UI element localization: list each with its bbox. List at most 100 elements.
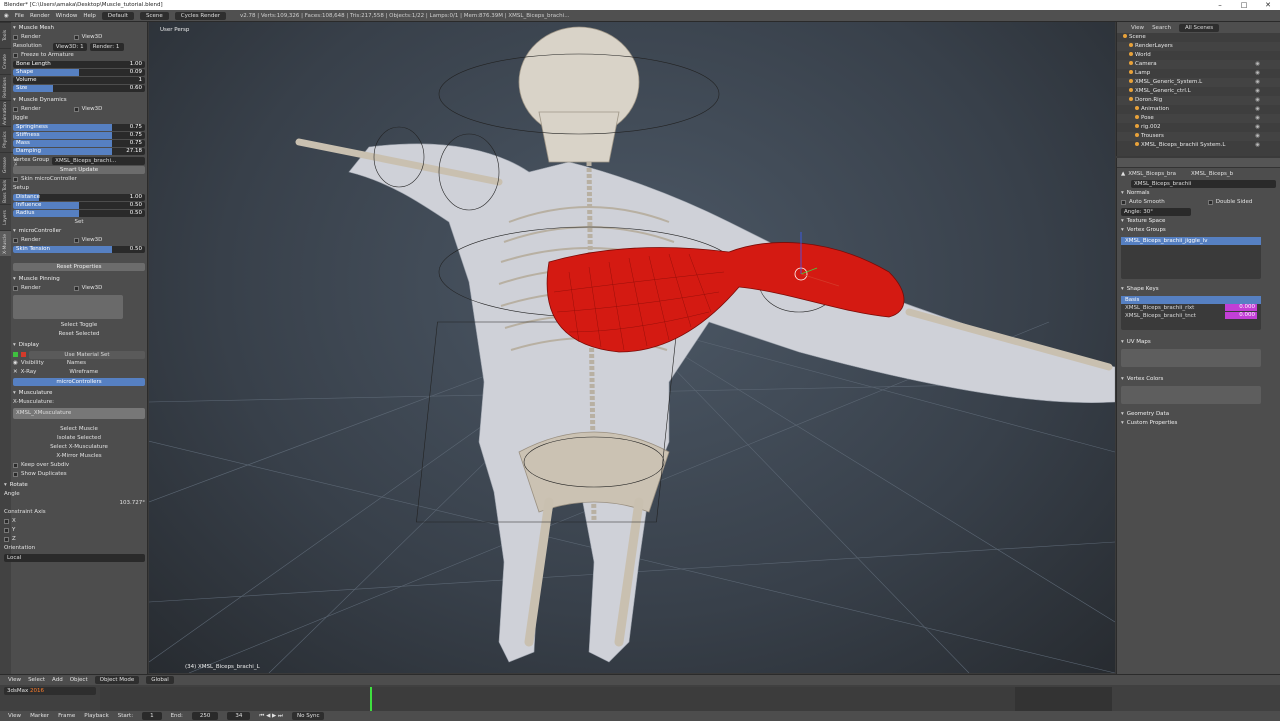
add-menu[interactable]: Add <box>52 677 63 683</box>
double-sided-checkbox[interactable] <box>1207 200 1213 205</box>
outliner-item[interactable]: XMSL_Biceps_brachii System.L ◉ <box>1117 141 1280 150</box>
visibility-eye-icon[interactable]: ◉ <box>1255 141 1260 150</box>
start-frame-field[interactable]: 1 <box>142 712 162 720</box>
tl-marker-menu[interactable]: Marker <box>30 713 49 719</box>
visibility-eye-icon[interactable]: ◉ <box>1255 123 1260 132</box>
select-toggle-button[interactable]: Select Toggle <box>13 321 145 330</box>
skin-tension-slider[interactable]: Skin Tension 0.50 <box>13 246 145 253</box>
outliner-item[interactable]: Camera ◉ <box>1117 60 1280 69</box>
visibility-eye-icon[interactable]: ◉ <box>1255 69 1260 78</box>
panel-vertex-colors[interactable]: Vertex Colors <box>1121 375 1276 384</box>
dyn-render-checkbox[interactable] <box>13 107 18 112</box>
keep-subdiv-checkbox[interactable] <box>13 463 18 468</box>
tl-playback-menu[interactable]: Playback <box>84 713 109 719</box>
angle-value[interactable]: 103.727° <box>13 499 146 508</box>
pelvis[interactable] <box>518 431 670 513</box>
setup-slider[interactable]: Radius 0.50 <box>13 210 145 217</box>
visibility-eye-icon[interactable]: ◉ <box>1255 132 1260 141</box>
reset-properties-button[interactable]: Reset Properties <box>13 263 145 271</box>
mode-selector[interactable]: Object Mode <box>94 676 140 684</box>
timeline-ruler[interactable] <box>100 687 1112 711</box>
orientation-selector[interactable]: Local <box>4 554 145 562</box>
outliner-item[interactable]: rig.002 ◉ <box>1117 123 1280 132</box>
panel-microcontroller[interactable]: microController <box>13 227 145 236</box>
x-musculature-field[interactable]: XMSL_XMusculature <box>13 408 145 419</box>
panel-normals[interactable]: Normals <box>1121 189 1276 198</box>
tl-view-menu[interactable]: View <box>8 713 21 719</box>
end-frame-field[interactable]: 250 <box>191 712 219 720</box>
panel-muscle-dynamics[interactable]: Muscle Dynamics <box>13 96 145 105</box>
mesh-slider[interactable]: Size 0.60 <box>13 85 145 92</box>
show-dup-checkbox[interactable] <box>13 472 18 477</box>
render-checkbox[interactable] <box>13 35 18 40</box>
visibility-eye-icon[interactable]: ◉ <box>1255 87 1260 96</box>
vertex-group-field[interactable]: XMSL_Biceps_brachi... <box>52 156 145 165</box>
close-icon[interactable]: ✕ <box>1256 0 1280 10</box>
panel-texture-space[interactable]: Texture Space <box>1121 217 1276 226</box>
auto-smooth-checkbox[interactable] <box>1121 200 1126 205</box>
uv-map-list[interactable] <box>1121 349 1261 367</box>
menu-window[interactable]: Window <box>56 13 78 19</box>
menu-file[interactable]: File <box>15 13 24 19</box>
pin-list[interactable] <box>13 295 123 319</box>
outliner-item[interactable]: XMSL_Generic_ctrl.L ◉ <box>1117 87 1280 96</box>
shape-key-list[interactable]: Basis XMSL_Biceps_brachii_rlxt 0.000 XMSL… <box>1121 296 1261 330</box>
outliner-search-menu[interactable]: Search <box>1152 25 1171 31</box>
panel-custom-properties[interactable]: Custom Properties <box>1121 419 1276 428</box>
vertex-group-list[interactable]: XMSL_Biceps_brachii_jiggle_lv <box>1121 237 1261 279</box>
panel-vertex-groups[interactable]: Vertex Groups <box>1121 226 1276 235</box>
outliner-item[interactable]: Pose ◉ <box>1117 114 1280 123</box>
normals-angle-field[interactable]: Angle: 30° <box>1121 208 1191 216</box>
sync-selector[interactable]: No Sync <box>291 712 325 720</box>
panel-display[interactable]: Display <box>13 341 145 350</box>
vertex-color-list[interactable] <box>1121 386 1261 404</box>
visibility-toggle[interactable]: Visibility <box>21 359 44 368</box>
mesh-name-field[interactable]: XMSL_Biceps_brachii <box>1131 180 1276 188</box>
pin-view3d-checkbox[interactable] <box>73 286 79 291</box>
dynamics-slider[interactable]: Mass 0.75 <box>13 140 145 147</box>
outliner-item[interactable]: Lamp ◉ <box>1117 69 1280 78</box>
shape-key-basis[interactable]: Basis <box>1121 296 1261 304</box>
isolate-selected-button[interactable]: Isolate Selected <box>13 434 145 443</box>
outliner-item[interactable]: World <box>1117 51 1280 60</box>
breadcrumb-object[interactable]: XMSL_Biceps_bra <box>1128 170 1176 179</box>
tab-tools[interactable]: Tools <box>0 22 11 48</box>
tab-bass-tools[interactable]: Bass Tools <box>0 178 11 204</box>
mesh-slider[interactable]: Volume 1 <box>13 77 145 84</box>
microcontrollers-button[interactable]: microControllers <box>13 378 145 386</box>
tab-physics[interactable]: Physics <box>0 126 11 152</box>
select-menu[interactable]: Select <box>28 677 45 683</box>
shape-key-value[interactable]: 0.000 <box>1225 312 1257 319</box>
select-x-musculature-button[interactable]: Select X-Musculature <box>13 443 145 452</box>
skull[interactable] <box>518 26 640 163</box>
tab-layers[interactable]: Layers <box>0 204 11 230</box>
setup-slider[interactable]: Distance 1.00 <box>13 194 145 201</box>
reset-selected-button[interactable]: Reset Selected <box>13 330 145 339</box>
x-mirror-button[interactable]: X-Mirror Muscles <box>13 452 145 461</box>
panel-uv-maps[interactable]: UV Maps <box>1121 338 1276 347</box>
visibility-eye-icon[interactable]: ◉ <box>1255 114 1260 123</box>
pin-render-checkbox[interactable] <box>13 286 18 291</box>
outliner-item[interactable]: Doron.Rig ◉ <box>1117 96 1280 105</box>
outliner-item[interactable]: RenderLayers <box>1117 42 1280 51</box>
panel-musculature[interactable]: Musculature <box>13 389 145 398</box>
use-material-set-button[interactable]: Use Material Set <box>29 350 145 359</box>
outliner-item[interactable]: Animation ◉ <box>1117 105 1280 114</box>
shape-key-item[interactable]: XMSL_Biceps_brachii_tnct 0.000 <box>1121 312 1261 320</box>
layout-selector[interactable]: Default <box>101 11 134 20</box>
axis-y-checkbox[interactable] <box>4 528 9 533</box>
tl-frame-menu[interactable]: Frame <box>58 713 75 719</box>
menu-help[interactable]: Help <box>83 13 96 19</box>
object-menu[interactable]: Object <box>70 677 88 683</box>
mesh-slider[interactable]: Bone Length 1.00 <box>13 61 145 68</box>
body-mesh[interactable] <box>348 143 1115 663</box>
axis-x-checkbox[interactable] <box>4 519 9 524</box>
panel-geometry-data[interactable]: Geometry Data <box>1121 410 1276 419</box>
render-engine-selector[interactable]: Cycles Render <box>174 11 226 20</box>
panel-shape-keys[interactable]: Shape Keys <box>1121 285 1276 294</box>
view-menu[interactable]: View <box>8 677 21 683</box>
maximize-icon[interactable]: □ <box>1232 0 1256 10</box>
current-frame-field[interactable]: 34 <box>227 712 251 720</box>
visibility-eye-icon[interactable]: ◉ <box>1255 60 1260 69</box>
tab-x-muscle[interactable]: X-Muscle <box>0 230 11 256</box>
